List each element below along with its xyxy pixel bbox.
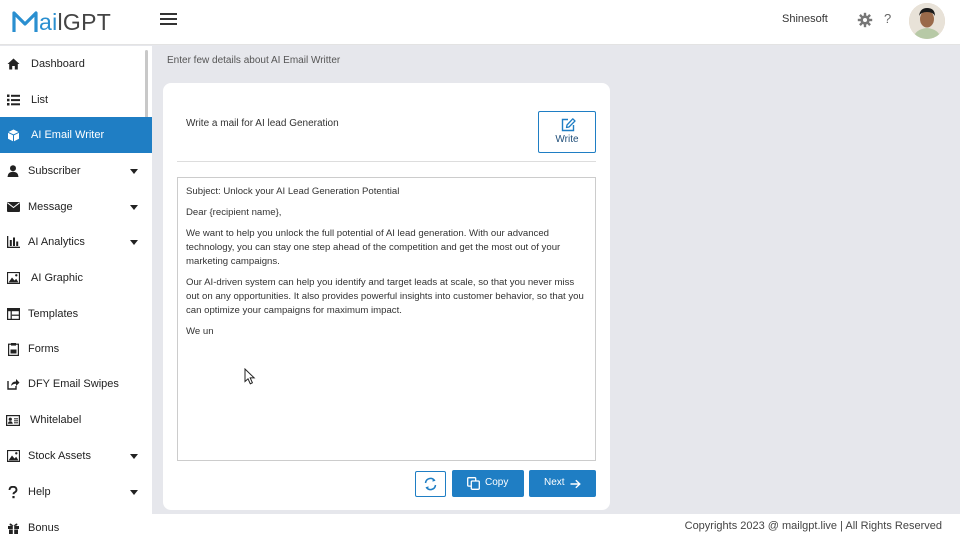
list-icon (6, 93, 20, 107)
sidebar-item-label: Help (28, 486, 51, 498)
sidebar-item-label: Subscriber (28, 165, 81, 177)
sidebar-item-forms[interactable]: Forms (0, 331, 152, 367)
chevron-down-icon[interactable] (130, 454, 138, 459)
email-subject-line: Subject: Unlock your AI Lead Generation … (186, 186, 400, 197)
prompt-text: Write a mail for AI lead Generation (186, 118, 339, 129)
email-paragraph: We un (186, 326, 214, 337)
sidebar-item-label: Dashboard (31, 58, 85, 70)
sidebar-item-ai-graphic[interactable]: AI Graphic (0, 260, 152, 296)
sidebar-item-dfy-email-swipes[interactable]: DFY Email Swipes (0, 366, 152, 402)
user-icon (6, 164, 20, 178)
image-icon (6, 271, 20, 285)
gear-icon[interactable] (857, 12, 873, 28)
logo-ai-text: ai (39, 8, 58, 35)
hamburger-icon[interactable] (160, 13, 177, 27)
envelope-icon (6, 200, 20, 214)
logo-text: ailGPT (39, 9, 111, 36)
sidebar-item-label: AI Email Writer (31, 129, 105, 141)
footer: Copyrights 2023 @ mailgpt.live | All Rig… (152, 514, 960, 536)
sidebar-item-label: Forms (28, 343, 60, 355)
sidebar-item-label: DFY Email Swipes (28, 378, 119, 390)
gift-icon (6, 521, 20, 535)
sidebar-item-dashboard[interactable]: Dashboard (0, 46, 152, 82)
id-card-icon (6, 413, 20, 427)
email-greeting: Dear {recipient name}, (186, 207, 282, 218)
sidebar-item-help[interactable]: Help (0, 474, 152, 510)
user-name[interactable]: Shinesoft (782, 13, 828, 25)
sidebar-item-templates[interactable]: Templates (0, 296, 152, 332)
cube-icon (6, 128, 20, 142)
edit-icon (561, 118, 576, 132)
write-button-label: Write (555, 134, 579, 145)
sidebar-item-ai-analytics[interactable]: AI Analytics (0, 224, 152, 260)
share-icon (6, 377, 20, 391)
sidebar: Dashboard List AI Email Writer Subscribe… (0, 46, 152, 536)
sidebar-item-list[interactable]: List (0, 82, 152, 118)
sidebar-item-label: AI Graphic (31, 272, 83, 284)
copy-button-label: Copy (485, 477, 509, 488)
next-button[interactable]: Next (529, 470, 596, 497)
arrow-right-icon (570, 479, 581, 489)
refresh-icon (424, 477, 437, 491)
copy-icon (467, 477, 480, 490)
question-icon (6, 485, 20, 499)
write-button[interactable]: Write (538, 111, 596, 153)
sidebar-item-label: Stock Assets (28, 450, 91, 462)
top-header: ailGPT Shinesoft ? (0, 0, 960, 45)
breadcrumb: Enter few details about AI Email Writter (167, 55, 341, 66)
mouse-cursor-icon (244, 368, 256, 385)
sidebar-item-label: Message (28, 201, 73, 213)
chevron-down-icon[interactable] (130, 490, 138, 495)
sidebar-item-ai-email-writer[interactable]: AI Email Writer (0, 117, 152, 153)
home-icon (6, 57, 20, 71)
bar-chart-icon (6, 235, 20, 249)
sidebar-item-label: Templates (28, 308, 79, 320)
chevron-down-icon[interactable] (130, 240, 138, 245)
email-paragraph: We want to help you unlock the full pote… (186, 228, 561, 267)
copy-button[interactable]: Copy (452, 470, 524, 497)
email-body-textarea[interactable]: Subject: Unlock your AI Lead Generation … (177, 177, 596, 461)
sidebar-item-stock-assets[interactable]: Stock Assets (0, 438, 152, 474)
email-paragraph: Our AI-driven system can help you identi… (186, 277, 584, 316)
mailgpt-logo[interactable]: ailGPT (12, 6, 111, 38)
form-icon (6, 342, 20, 356)
logo-m-icon (12, 11, 38, 32)
sidebar-item-label: Bonus (28, 522, 60, 534)
sidebar-item-message[interactable]: Message (0, 189, 152, 225)
sidebar-item-subscriber[interactable]: Subscriber (0, 153, 152, 189)
regenerate-button[interactable] (415, 471, 446, 497)
sidebar-item-label: AI Analytics (28, 236, 85, 248)
sidebar-item-label: List (31, 94, 49, 106)
chevron-down-icon[interactable] (130, 169, 138, 174)
logo-suffix-text: lGPT (57, 8, 112, 35)
email-writer-card: Write a mail for AI lead Generation Writ… (163, 83, 610, 510)
sidebar-item-bonus[interactable]: Bonus (0, 510, 152, 536)
footer-copyright: Copyrights 2023 @ mailgpt.live | All Rig… (684, 520, 942, 532)
sidebar-item-whitelabel[interactable]: Whitelabel (0, 402, 152, 438)
chevron-down-icon[interactable] (130, 205, 138, 210)
image-icon (6, 449, 20, 463)
next-button-label: Next (544, 477, 565, 488)
template-icon (6, 307, 20, 321)
help-question-icon[interactable]: ? (884, 11, 891, 26)
sidebar-item-label: Whitelabel (30, 414, 82, 426)
avatar[interactable] (909, 3, 945, 39)
divider (177, 161, 596, 162)
